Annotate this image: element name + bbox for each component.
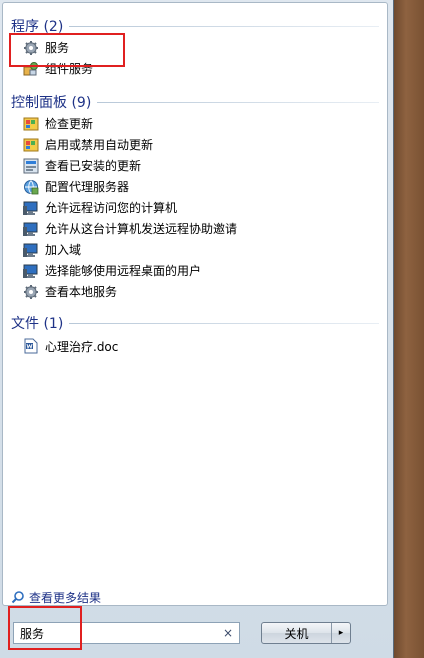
result-item-remote-assistance[interactable]: 允许从这台计算机发送远程协助邀请 (3, 218, 387, 239)
result-item-remote-access[interactable]: 允许远程访问您的计算机 (3, 197, 387, 218)
group-title: 控制面板 (9) (11, 95, 92, 111)
item-label: 组件服务 (45, 62, 94, 76)
group-control-panel: 控制面板 (9) 检查更新 启用或禁用自动更新 查看已安装的更新 配置代理服务器… (3, 91, 387, 302)
group-divider (69, 25, 379, 27)
see-more-results-link[interactable]: 查看更多结果 (11, 588, 101, 606)
windows-update-icon (23, 137, 39, 153)
result-item-proxy-settings[interactable]: 配置代理服务器 (3, 176, 387, 197)
item-label: 允许远程访问您的计算机 (45, 201, 178, 215)
group-title: 程序 (2) (11, 19, 64, 35)
shutdown-options-arrow-icon[interactable]: ▸ (332, 623, 350, 643)
gear-icon (23, 284, 39, 300)
windows-update-icon (23, 116, 39, 132)
search-results-panel: 程序 (2) 服务 组件服务 控制面板 (9) 检查更新 启用或禁用自动更新 查… (2, 2, 388, 606)
group-header-programs: 程序 (2) (3, 15, 387, 37)
result-item-toggle-auto-update[interactable]: 启用或禁用自动更新 (3, 134, 387, 155)
item-label: 服务 (45, 41, 70, 55)
monitor-icon (23, 200, 39, 216)
word-document-icon (23, 338, 39, 354)
start-menu: 程序 (2) 服务 组件服务 控制面板 (9) 检查更新 启用或禁用自动更新 查… (0, 0, 394, 658)
item-label: 加入域 (45, 243, 82, 257)
result-item-check-updates[interactable]: 检查更新 (3, 113, 387, 134)
item-label: 允许从这台计算机发送远程协助邀请 (45, 222, 238, 236)
item-label: 配置代理服务器 (45, 180, 130, 194)
see-more-label: 查看更多结果 (29, 590, 102, 605)
installed-updates-icon (23, 158, 39, 174)
component-services-icon (23, 61, 39, 77)
result-item-join-domain[interactable]: 加入域 (3, 239, 387, 260)
result-item-document[interactable]: 心理治疗.doc (3, 334, 387, 358)
result-item-services[interactable]: 服务 (3, 37, 387, 58)
monitor-icon (23, 242, 39, 258)
desktop-background (394, 0, 424, 658)
item-label: 查看本地服务 (45, 285, 118, 299)
result-item-local-services[interactable]: 查看本地服务 (3, 281, 387, 302)
item-label: 启用或禁用自动更新 (45, 138, 154, 152)
search-input[interactable] (14, 624, 219, 642)
result-item-component-services[interactable]: 组件服务 (3, 58, 387, 79)
monitor-icon (23, 263, 39, 279)
group-files: 文件 (1) 心理治疗.doc (3, 312, 387, 358)
gear-icon (23, 40, 39, 56)
item-label: 心理治疗.doc (45, 339, 119, 354)
item-label: 选择能够使用远程桌面的用户 (45, 264, 202, 278)
shutdown-button-group: 关机 ▸ (261, 622, 351, 644)
group-divider (69, 322, 379, 324)
item-label: 查看已安装的更新 (45, 159, 142, 173)
clear-search-icon[interactable]: × (219, 624, 237, 642)
shutdown-button[interactable]: 关机 (262, 623, 332, 643)
result-item-installed-updates[interactable]: 查看已安装的更新 (3, 155, 387, 176)
monitor-icon (23, 221, 39, 237)
item-label: 检查更新 (45, 117, 94, 131)
group-divider (97, 101, 379, 103)
group-title: 文件 (1) (11, 316, 64, 332)
group-header-control-panel: 控制面板 (9) (3, 91, 387, 113)
search-box[interactable]: × (13, 622, 240, 644)
group-header-files: 文件 (1) (3, 312, 387, 334)
result-item-remote-desktop-users[interactable]: 选择能够使用远程桌面的用户 (3, 260, 387, 281)
globe-icon (23, 179, 39, 195)
search-icon (11, 590, 25, 604)
group-programs: 程序 (2) 服务 组件服务 (3, 15, 387, 79)
